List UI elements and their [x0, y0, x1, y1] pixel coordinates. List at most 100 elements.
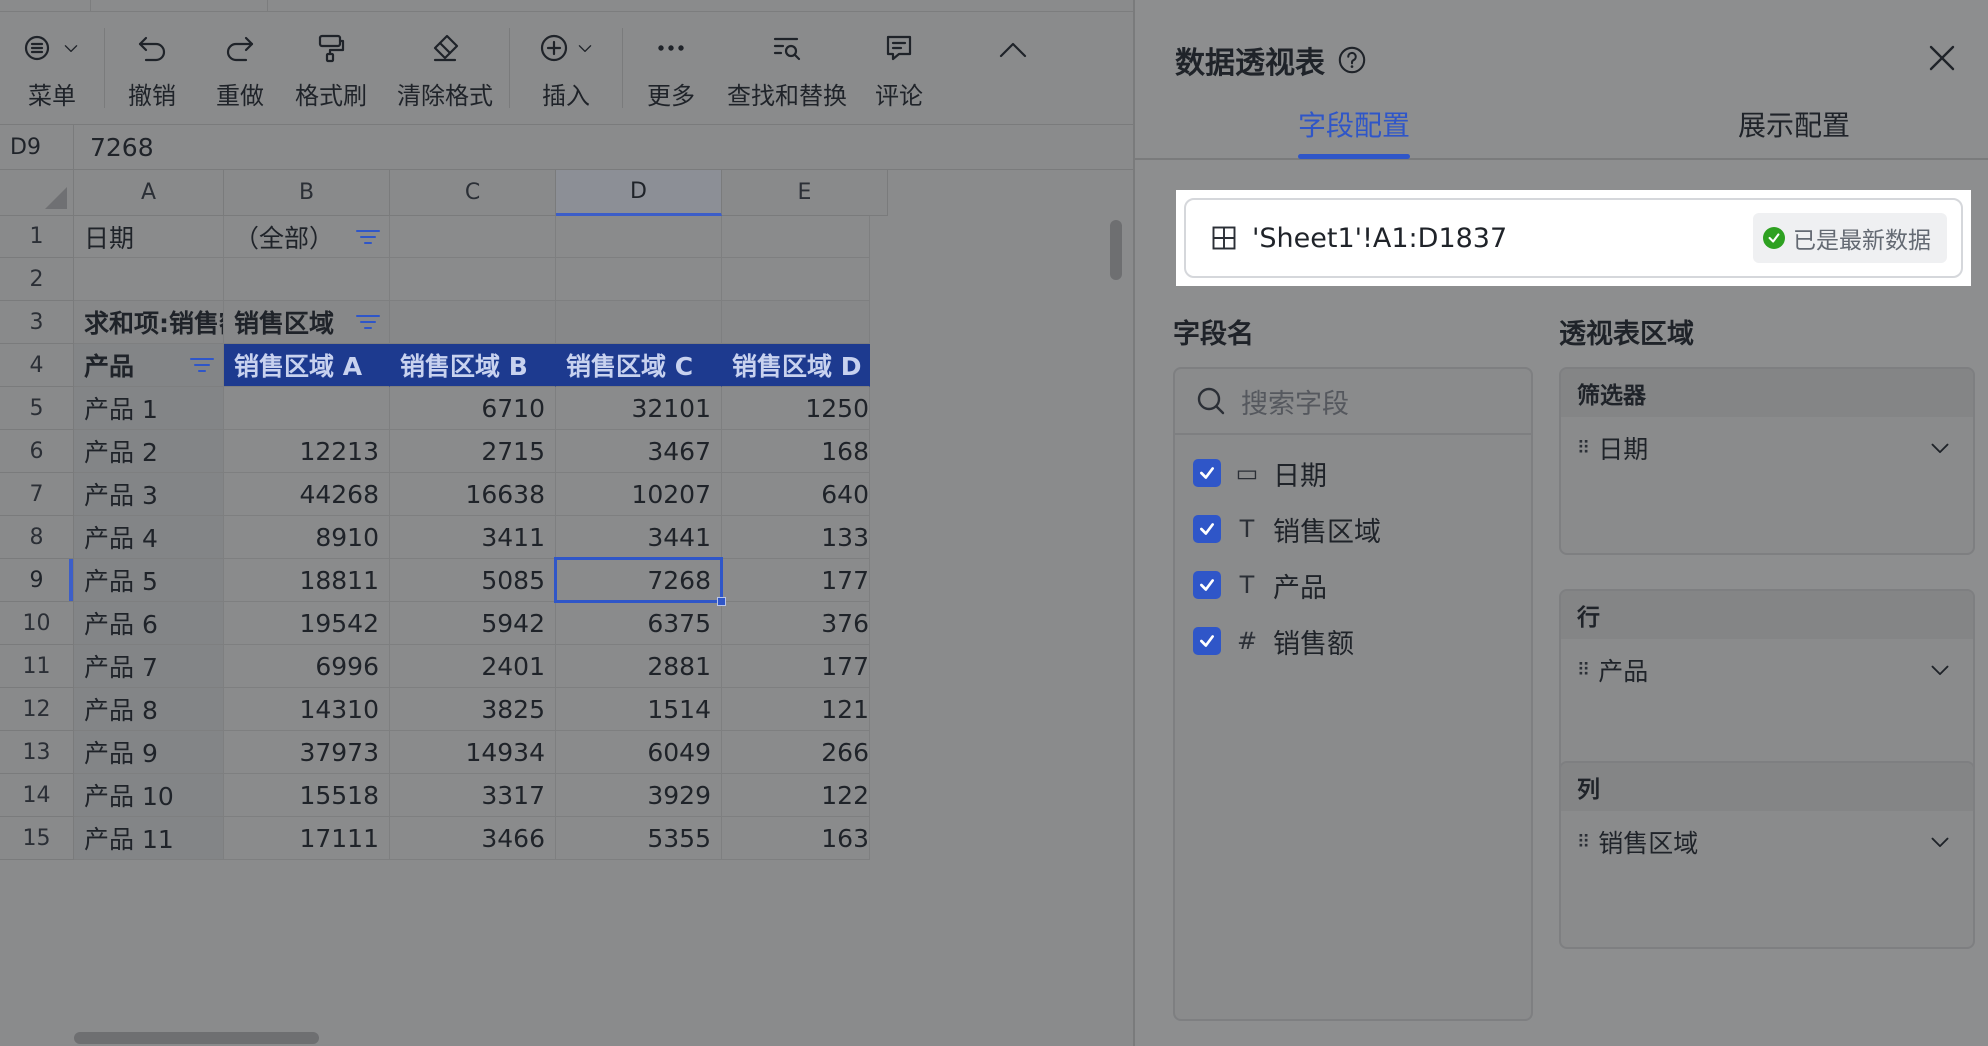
cell-e10[interactable]: 376: [722, 602, 870, 645]
cell-a12[interactable]: 产品 8: [74, 688, 224, 731]
cell-e3[interactable]: [722, 301, 870, 344]
cell-d7[interactable]: 10207: [556, 473, 722, 516]
column-header-c[interactable]: C: [390, 170, 556, 216]
cell-b2[interactable]: [224, 258, 390, 301]
cell-d8[interactable]: 3441: [556, 516, 722, 559]
cell-reference[interactable]: D9: [0, 125, 74, 169]
cell-c4[interactable]: 销售区域 B: [390, 344, 556, 387]
cell-c10[interactable]: 5942: [390, 602, 556, 645]
cell-b12[interactable]: 14310: [224, 688, 390, 731]
cell-d4[interactable]: 销售区域 C: [556, 344, 722, 387]
cell-e12[interactable]: 121: [722, 688, 870, 731]
find-replace-button[interactable]: 查找和替换: [719, 12, 855, 124]
cell-b3[interactable]: 销售区域: [224, 301, 390, 344]
pivot-zone-2[interactable]: 列 ⠿ 销售区域: [1559, 761, 1975, 949]
cell-b6[interactable]: 12213: [224, 430, 390, 473]
cell-c7[interactable]: 16638: [390, 473, 556, 516]
row-header-11[interactable]: 11: [0, 645, 74, 688]
column-header-e[interactable]: E: [722, 170, 888, 216]
column-header-d[interactable]: D: [556, 170, 722, 216]
cell-c1[interactable]: [390, 216, 556, 258]
zone-field-chip[interactable]: ⠿ 销售区域: [1561, 811, 1973, 873]
scroll-thumb[interactable]: [1110, 220, 1122, 280]
select-all-corner[interactable]: [0, 170, 74, 216]
row-header-2[interactable]: 2: [0, 258, 74, 301]
row-header-4[interactable]: 4: [0, 344, 74, 387]
field-item-date[interactable]: ▭ 日期: [1175, 445, 1531, 501]
cell-c12[interactable]: 3825: [390, 688, 556, 731]
cell-d11[interactable]: 2881: [556, 645, 722, 688]
cell-c13[interactable]: 14934: [390, 731, 556, 774]
cell-d5[interactable]: 32101: [556, 387, 722, 430]
cell-d2[interactable]: [556, 258, 722, 301]
cell-c8[interactable]: 3411: [390, 516, 556, 559]
cell-b13[interactable]: 37973: [224, 731, 390, 774]
cell-c9[interactable]: 5085: [390, 559, 556, 602]
drag-handle-icon[interactable]: ⠿: [1577, 438, 1590, 459]
sheet-tab[interactable]: [90, 0, 268, 12]
tab-field-config[interactable]: 字段配置: [1298, 104, 1410, 144]
checkbox-checked-icon[interactable]: [1193, 515, 1221, 543]
cell-a8[interactable]: 产品 4: [74, 516, 224, 559]
cell-e11[interactable]: 177: [722, 645, 870, 688]
checkbox-checked-icon[interactable]: [1193, 459, 1221, 487]
column-header-b[interactable]: B: [224, 170, 390, 216]
cell-a7[interactable]: 产品 3: [74, 473, 224, 516]
cell-b9[interactable]: 18811: [224, 559, 390, 602]
filter-icon[interactable]: [355, 311, 381, 333]
cell-c6[interactable]: 2715: [390, 430, 556, 473]
cell-d3[interactable]: [556, 301, 722, 344]
close-icon[interactable]: [1926, 42, 1958, 74]
row-header-13[interactable]: 13: [0, 731, 74, 774]
cell-b1[interactable]: （全部）: [224, 216, 390, 258]
redo-button[interactable]: 重做: [199, 12, 281, 124]
cell-d12[interactable]: 1514: [556, 688, 722, 731]
cell-c2[interactable]: [390, 258, 556, 301]
pivot-zone-1[interactable]: 行 ⠿ 产品: [1559, 589, 1975, 777]
clear-format-button[interactable]: 清除格式: [381, 12, 509, 124]
cell-d15[interactable]: 5355: [556, 817, 722, 860]
chevron-down-icon[interactable]: [1929, 437, 1951, 459]
row-header-5[interactable]: 5: [0, 387, 74, 430]
row-header-7[interactable]: 7: [0, 473, 74, 516]
row-header-14[interactable]: 14: [0, 774, 74, 817]
cell-a13[interactable]: 产品 9: [74, 731, 224, 774]
zone-field-chip[interactable]: ⠿ 日期: [1561, 417, 1973, 479]
chevron-down-icon[interactable]: [1929, 831, 1951, 853]
cell-b4[interactable]: 销售区域 A: [224, 344, 390, 387]
pivot-zone-0[interactable]: 筛选器 ⠿ 日期: [1559, 367, 1975, 555]
cell-b7[interactable]: 44268: [224, 473, 390, 516]
cell-a15[interactable]: 产品 11: [74, 817, 224, 860]
help-icon[interactable]: [1337, 45, 1367, 75]
cell-d13[interactable]: 6049: [556, 731, 722, 774]
filter-icon[interactable]: [189, 354, 215, 376]
cell-c3[interactable]: [390, 301, 556, 344]
cell-d10[interactable]: 6375: [556, 602, 722, 645]
horizontal-scrollbar[interactable]: [74, 1026, 1106, 1046]
row-header-10[interactable]: 10: [0, 602, 74, 645]
cell-a2[interactable]: [74, 258, 224, 301]
cell-d1[interactable]: [556, 216, 722, 258]
field-item-number[interactable]: # 销售额: [1175, 613, 1531, 669]
cell-d14[interactable]: 3929: [556, 774, 722, 817]
cell-e4[interactable]: 销售区域 D: [722, 344, 870, 387]
insert-button[interactable]: 插入: [510, 12, 622, 124]
row-header-8[interactable]: 8: [0, 516, 74, 559]
undo-button[interactable]: 撤销: [105, 12, 199, 124]
cell-e13[interactable]: 266: [722, 731, 870, 774]
cell-c5[interactable]: 6710: [390, 387, 556, 430]
row-header-12[interactable]: 12: [0, 688, 74, 731]
row-header-1[interactable]: 1: [0, 216, 74, 258]
cell-c11[interactable]: 2401: [390, 645, 556, 688]
row-header-6[interactable]: 6: [0, 430, 74, 473]
field-item-text[interactable]: T 销售区域: [1175, 501, 1531, 557]
comment-button[interactable]: 评论: [855, 12, 943, 124]
cell-e7[interactable]: 640: [722, 473, 870, 516]
more-button[interactable]: 更多: [623, 12, 719, 124]
cell-d9[interactable]: 7268: [556, 559, 722, 602]
cell-a4[interactable]: 产品: [74, 344, 224, 387]
cell-b8[interactable]: 8910: [224, 516, 390, 559]
menu-button[interactable]: 菜单: [0, 12, 104, 124]
cell-a6[interactable]: 产品 2: [74, 430, 224, 473]
cell-e2[interactable]: [722, 258, 870, 301]
